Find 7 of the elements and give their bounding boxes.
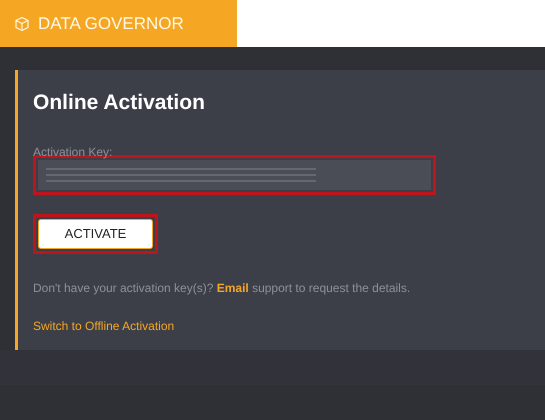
email-link[interactable]: Email bbox=[216, 281, 249, 296]
brand-name: DATA GOVERNOR bbox=[38, 12, 184, 35]
activate-button[interactable]: ACTIVATE bbox=[38, 219, 153, 250]
help-text: Don't have your activation key(s)? Email support to request the details. bbox=[33, 280, 412, 298]
page-title: Online Activation bbox=[33, 90, 206, 116]
offline-activation-link[interactable]: Switch to Offline Activation bbox=[33, 317, 174, 336]
cube-icon bbox=[14, 16, 30, 32]
